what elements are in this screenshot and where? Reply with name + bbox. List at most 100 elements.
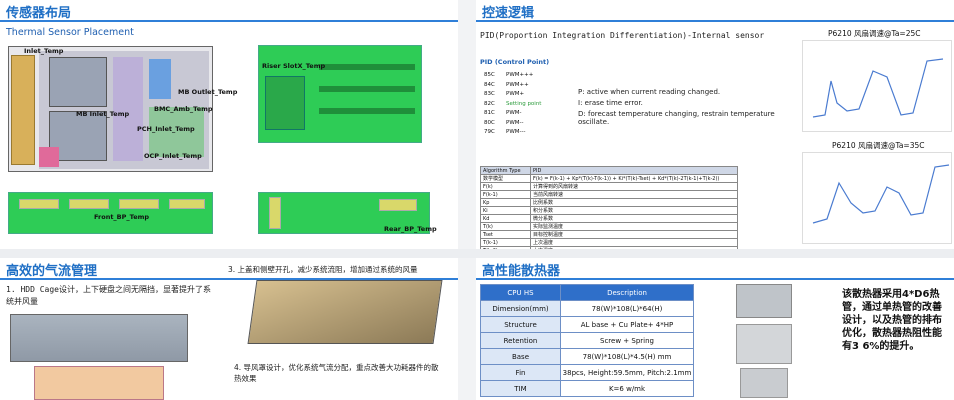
airflow-note-4: 4. 导风罩设计，优化系统气流分配，重点改善大功耗器件的散热效果 xyxy=(234,363,439,383)
control-point-pwm: PWM- xyxy=(506,110,522,116)
table-cell: Kd xyxy=(480,214,531,223)
table-cell: Ki xyxy=(480,206,531,215)
heatsink-image-mid xyxy=(736,324,792,364)
table-cell: F(k) xyxy=(480,182,531,191)
control-point-row: 83C PWM+ xyxy=(484,91,574,100)
table-cell: 实际监测温度 xyxy=(530,222,738,231)
fan-speed-chart-25c xyxy=(802,40,952,132)
table-cell: 计算得到的风扇转速 xyxy=(530,182,738,191)
header-underline xyxy=(0,20,458,22)
control-point-row: 84C PWM++ xyxy=(484,82,574,91)
hdd-cage-image-2 xyxy=(34,366,164,400)
control-point-code: 82C xyxy=(484,100,495,107)
panel-header: 高性能散热器 xyxy=(476,258,954,280)
panel-title: 高性能散热器 xyxy=(482,264,561,279)
table-cell: 微分系数 xyxy=(530,214,738,223)
table-row: F(k) 计算得到的风扇转速 xyxy=(480,182,738,191)
table-cell: T(k-1) xyxy=(480,238,531,247)
control-point-row: 79C PWM--- xyxy=(484,129,574,138)
table-row: Ki 积分系数 xyxy=(480,206,738,215)
table-row: F(k-1) 当前风扇转速 xyxy=(480,190,738,199)
panel-header: 控速逻辑 xyxy=(476,0,954,22)
table-cell: 上次温度 xyxy=(530,246,738,249)
chassis-image xyxy=(247,280,443,344)
control-point-pwm: Setting point xyxy=(506,100,542,107)
control-point-code: 85C xyxy=(484,72,495,78)
table-row: T(k-1) 上次温度 xyxy=(480,238,738,247)
chart-title-25c: P6210 风扇调速@Ta=25C xyxy=(828,29,921,38)
vertical-divider xyxy=(458,0,476,400)
table-cell: PID xyxy=(530,166,738,175)
table-cell: Kp xyxy=(480,198,531,207)
table-cell: F(k) = F(k-1) + Kp*(T(k)-T(k-1)) + Ki*(T… xyxy=(530,174,738,183)
table-cell: T(k-2) xyxy=(480,246,531,249)
table-cell: AL base + Cu Plate+ 4*HP xyxy=(560,316,694,333)
label-inlet-temp: Inlet_Temp xyxy=(24,47,64,55)
table-row: TIM K=6 w/mk xyxy=(480,380,694,397)
label-ocp-inlet-temp: OCP_Inlet_Temp xyxy=(144,152,202,160)
fan-speed-chart-35c xyxy=(802,152,952,244)
control-point-row: 82C Setting point xyxy=(484,101,574,110)
table-cell: 78(W)*108(L)*4.5(H) mm xyxy=(560,348,694,365)
pid-p-description: P: active when current reading changed. xyxy=(578,88,721,96)
table-cell: 比例系数 xyxy=(530,198,738,207)
label-bmc-amb-temp: BMC_Amb_Temp xyxy=(154,105,213,113)
table-row: Structure AL base + Cu Plate+ 4*HP xyxy=(480,316,694,333)
control-point-code: 84C xyxy=(484,81,495,88)
table-row: 数学模型 F(k) = F(k-1) + Kp*(T(k)-T(k-1)) + K… xyxy=(480,174,738,183)
chart-title-35c: P6210 风扇调速@Ta=35C xyxy=(832,141,925,150)
chart-35c-svg xyxy=(812,164,950,224)
table-cell: 目标控制温度 xyxy=(530,230,738,239)
table-cell: K=6 w/mk xyxy=(560,380,694,397)
table-row: Tset 目标控制温度 xyxy=(480,230,738,239)
table-header-cell: CPU HS xyxy=(480,284,561,301)
table-row: T(k) 实际监测温度 xyxy=(480,222,738,231)
table-cell: TIM xyxy=(480,380,561,397)
heatsink-spec-table: CPU HS Description Dimension(mm) 78(W)*10… xyxy=(480,284,694,397)
control-point-code: 80C xyxy=(484,119,495,126)
panel-subtitle: Thermal Sensor Placement xyxy=(6,27,134,38)
table-cell: Tset xyxy=(480,230,531,239)
pid-parameter-table: Algorithm Type PID 数学模型 F(k) = F(k-1) + Kp*… xyxy=(480,166,738,249)
header-underline xyxy=(476,20,954,22)
airflow-note-3: 3. 上盖和侧壁开孔，减少系统流阻，增加通过系统的风量 xyxy=(228,265,418,274)
label-mb-outlet-temp: MB Outlet_Temp xyxy=(178,88,238,96)
label-mb-inlet-temp: MB Inlet_Temp xyxy=(76,110,130,118)
table-cell: Screw + Spring xyxy=(560,332,694,349)
panel-speed-control: 控速逻辑 PID(Proportion Integration Differen… xyxy=(476,0,954,249)
table-cell: Algorithm Type xyxy=(480,166,531,175)
label-pch-inlet-temp: PCH_Inlet_Temp xyxy=(137,125,195,133)
pid-d-description: D: forecast temperature changing, restra… xyxy=(578,110,775,126)
table-cell: Dimension(mm) xyxy=(480,300,561,317)
pid-i-description: I: erase time error. xyxy=(578,99,643,107)
control-point-list: 85C PWM+++ 84C PWM++ 83C PWM+ 82C Setting point… xyxy=(484,72,574,142)
hdd-cage-image xyxy=(10,314,188,362)
panel-heatsink: 高性能散热器 CPU HS Description Dimension(mm) 7… xyxy=(476,258,954,400)
heatsink-description: 该散热器采用4*D6热管，通过单热管的改善设计，以及热管的排布优化，散热器热阻性… xyxy=(842,289,942,352)
control-point-row: 80C PWM-- xyxy=(484,120,574,129)
riser-board-diagram xyxy=(258,45,422,143)
label-riser-slot-temp: Riser SlotX_Temp xyxy=(262,62,326,70)
panel-sensor-layout: 传感器布局 Thermal Sensor Placement Inlet_Tem… xyxy=(0,0,458,249)
panel-airflow: 高效的气流管理 1. HDD Cage设计，上下硬盘之间无隔挡，显著提升了系统并… xyxy=(0,258,458,400)
control-point-title: PID (Control Point) xyxy=(480,58,550,66)
control-point-code: 79C xyxy=(484,129,495,135)
control-point-pwm: PWM+++ xyxy=(506,72,534,78)
table-row: Dimension(mm) 78(W)*108(L)*64(H) xyxy=(480,300,694,317)
control-point-row: 85C PWM+++ xyxy=(484,72,574,81)
table-row: Kp 比例系数 xyxy=(480,198,738,207)
control-point-code: 81C xyxy=(484,110,495,116)
table-row: Retention Screw + Spring xyxy=(480,332,694,349)
horizontal-divider xyxy=(0,249,954,258)
control-point-pwm: PWM++ xyxy=(506,81,529,88)
table-header-cell: Description xyxy=(560,284,694,301)
panel-title: 高效的气流管理 xyxy=(6,264,98,279)
header-underline xyxy=(476,278,954,280)
label-rear-bp-temp: Rear_BP_Temp xyxy=(384,225,437,233)
table-cell: Base xyxy=(480,348,561,365)
table-cell: 当前风扇转速 xyxy=(530,190,738,199)
airflow-note-1: 1. HDD Cage设计，上下硬盘之间无隔挡，显著提升了系统并风量 xyxy=(6,285,211,306)
table-cell: Retention xyxy=(480,332,561,349)
panel-title: 传感器布局 xyxy=(6,6,72,21)
table-cell: F(k-1) xyxy=(480,190,531,199)
